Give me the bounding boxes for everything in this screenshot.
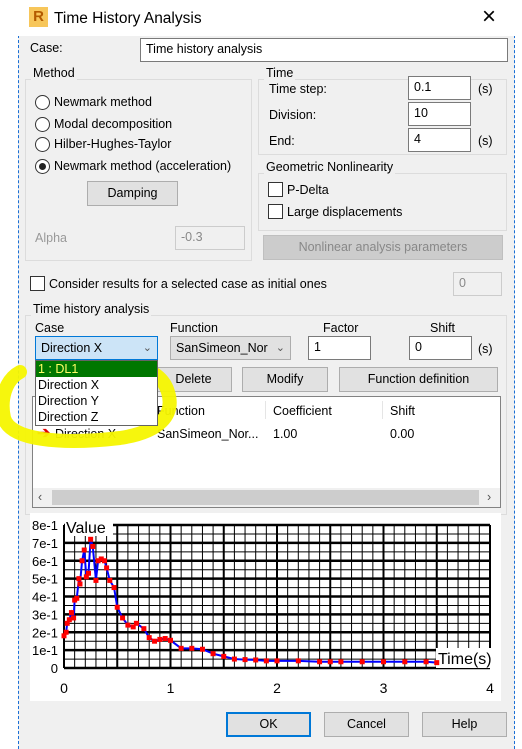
chevron-down-icon: ⌄ [142,342,152,354]
dropdown-option[interactable]: Direction Z [36,409,157,425]
dropdown-option[interactable]: Direction Y [36,393,157,409]
case-dropdown[interactable]: Direction X ⌄ [35,336,158,360]
dropdown-option[interactable]: 1 : DL1 [36,361,157,377]
case-value: Direction X [41,341,103,355]
case-dropdown-list: 1 : DL1 Direction X Direction Y Directio… [35,360,158,426]
dropdown-option[interactable]: Direction X [36,377,157,393]
